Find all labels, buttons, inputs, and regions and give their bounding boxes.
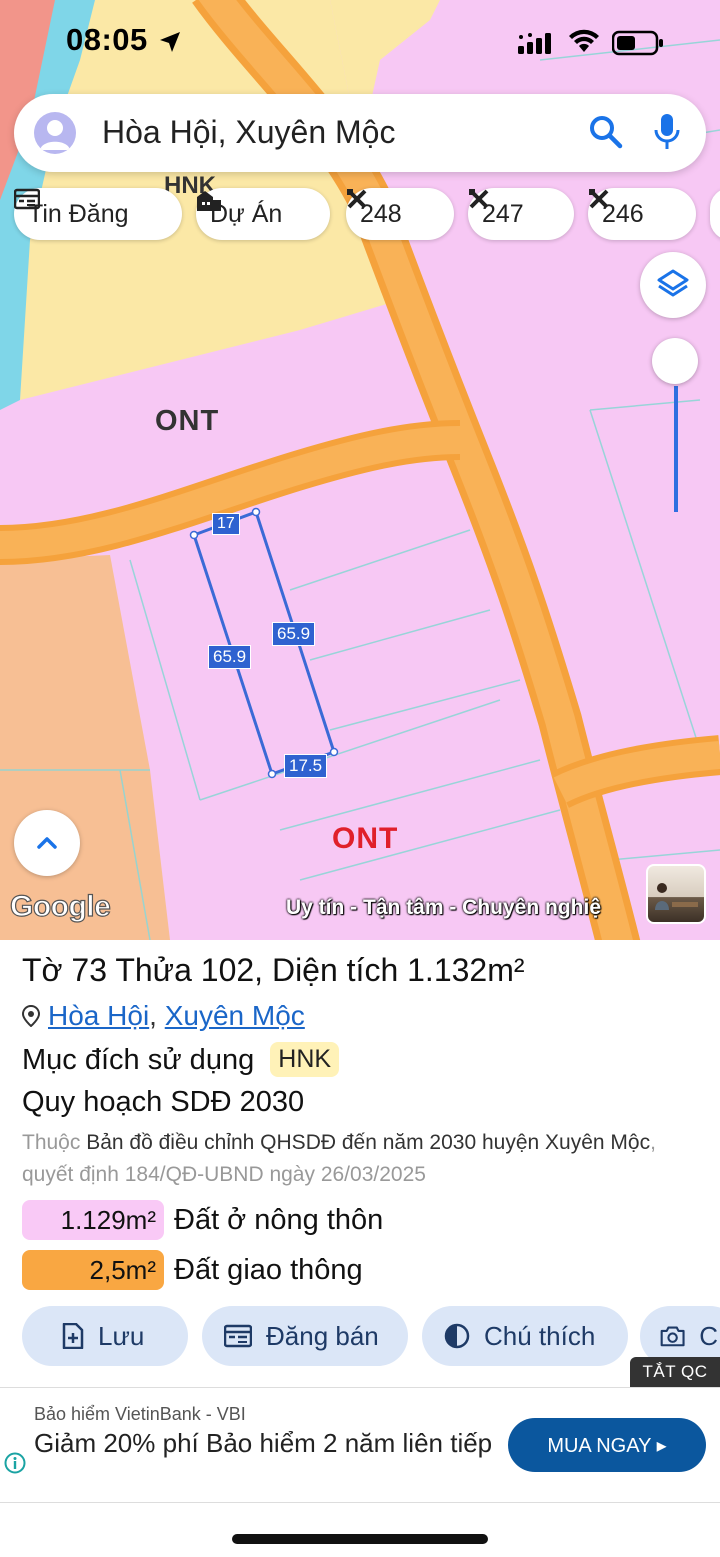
layers-icon [657, 269, 689, 297]
battery-icon [612, 30, 663, 56]
info-icon[interactable] [4, 1452, 26, 1474]
legend-icon [444, 1323, 470, 1349]
area-value-residential: 1.129m² [22, 1200, 164, 1240]
land-use-purpose: Mục đích sử dụng HNK [22, 1042, 340, 1077]
plan-title: Quy hoạch SDĐ 2030 [22, 1086, 305, 1118]
area-label-residential: Đất ở nông thôn [174, 1203, 384, 1236]
edge-label-right: 65.9 [272, 622, 316, 646]
camera-icon [660, 1326, 685, 1347]
tools-icon [469, 189, 489, 209]
edge-label-bottom: 17.5 [284, 754, 328, 778]
save-label: Lưu [98, 1320, 145, 1351]
chip-label: Tin Đăng [28, 199, 129, 228]
user-icon [40, 120, 70, 150]
edge-label-top: 17 [212, 513, 240, 535]
save-icon [62, 1323, 84, 1349]
signal-icon [518, 33, 551, 54]
legend-label: Chú thích [484, 1320, 596, 1351]
status-bar: 08:05 [0, 0, 720, 86]
wifi-icon [569, 29, 599, 52]
parcel-address: Hòa Hội, Xuyên Mộc [21, 1000, 305, 1032]
person-photo-icon [655, 883, 698, 910]
post-label: Đăng bán [266, 1320, 379, 1351]
ad-cta-button[interactable]: MUA NGAY ▸ [508, 1418, 706, 1472]
avatar[interactable] [34, 112, 76, 154]
desc-prefix: Thuộc [22, 1131, 81, 1154]
watermark-thumbnail [646, 864, 706, 924]
parcel-title: Tờ 73 Thửa 102, Diện tích 1.132m² [22, 952, 525, 988]
ad-banner[interactable]: Bảo hiểm VietinBank - VBI Giảm 20% phí B… [0, 1387, 720, 1503]
camera-label: C [699, 1320, 718, 1351]
newspaper-icon [14, 188, 40, 210]
tools-icon [347, 189, 367, 209]
opacity-slider-knob[interactable] [652, 338, 698, 384]
google-logo: Google [9, 889, 111, 923]
purpose-badge: HNK [270, 1042, 340, 1077]
area-row-residential: 1.129m² Đất ở nông thôn [22, 1200, 383, 1240]
chip-tin-dang[interactable]: Tin Đăng [14, 188, 182, 240]
map-watermark: Uy tín - Tận tâm - Chuyên nghiệ [286, 896, 602, 919]
layers-button[interactable] [640, 252, 706, 318]
location-arrow-icon [160, 32, 180, 52]
plan-description: Thuộc Bản đồ điều chỉnh QHSDĐ đến năm 20… [22, 1127, 702, 1191]
home-indicator[interactable] [232, 1534, 488, 1544]
search-bar[interactable]: Hòa Hội, Xuyên Mộc [14, 94, 706, 172]
opacity-slider-track[interactable] [674, 386, 678, 512]
total-area: 1.132m² [407, 952, 525, 988]
search-icon[interactable] [588, 114, 624, 150]
area-value-traffic: 2,5m² [22, 1250, 164, 1290]
district-link[interactable]: Xuyên Mộc [165, 1000, 305, 1031]
commune-link[interactable]: Hòa Hội [48, 1000, 149, 1031]
desc-main: Bản đồ điều chỉnh QHSDĐ đến năm 2030 huy… [86, 1131, 651, 1154]
location-pin-icon [21, 1004, 41, 1028]
ad-headline: Giảm 20% phí Bảo hiểm 2 năm liên tiếp [34, 1428, 493, 1458]
legend-button[interactable]: Chú thích [422, 1306, 628, 1366]
hide-ads-button[interactable]: TẮT QC [630, 1357, 720, 1387]
chevron-up-icon [37, 837, 57, 849]
search-input[interactable]: Hòa Hội, Xuyên Mộc [102, 114, 395, 151]
zone-label-ont: ONT [155, 405, 220, 437]
sheet-label: Tờ [22, 952, 63, 988]
area-row-traffic: 2,5m² Đất giao thông [22, 1250, 363, 1290]
area-label-traffic: Đất giao thông [174, 1253, 363, 1286]
chip-du-an[interactable]: Dự Án [196, 188, 330, 240]
expand-up-button[interactable] [14, 810, 80, 876]
post-icon [224, 1324, 252, 1348]
building-icon [197, 191, 221, 211]
chip-248[interactable]: 248 [346, 188, 454, 240]
purpose-label: Mục đích sử dụng [22, 1044, 255, 1076]
post-for-sale-button[interactable]: Đăng bán [202, 1306, 408, 1366]
status-time: 08:05 [66, 22, 148, 57]
map-view[interactable]: HNK ONT ONT 17 65.9 65.9 17.5 08:05 Hòa … [0, 0, 720, 940]
lot-label: Thửa [115, 952, 192, 988]
chip-246[interactable]: 246 [588, 188, 696, 240]
zone-label-ont-selected: ONT [332, 822, 399, 855]
tools-icon [589, 189, 609, 209]
edge-label-left: 65.9 [208, 645, 252, 669]
microphone-icon[interactable] [652, 112, 682, 152]
save-button[interactable]: Lưu [22, 1306, 188, 1366]
ad-source: Bảo hiểm VietinBank - VBI [34, 1404, 246, 1424]
area-label: Diện tích [271, 952, 399, 988]
lot-number: 102 [200, 952, 255, 988]
chip-247[interactable]: 247 [468, 188, 574, 240]
sheet-number: 73 [71, 952, 108, 988]
